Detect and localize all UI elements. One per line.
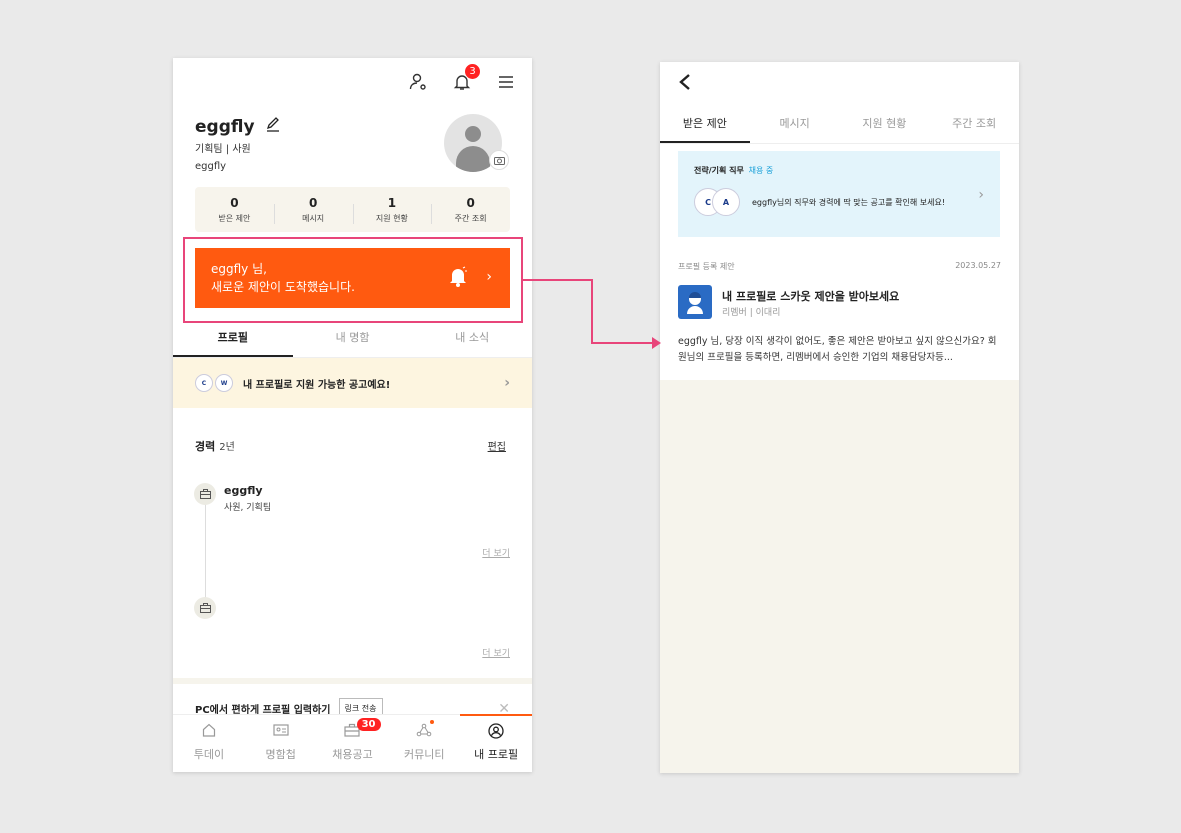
connector-arrow [523,279,661,349]
